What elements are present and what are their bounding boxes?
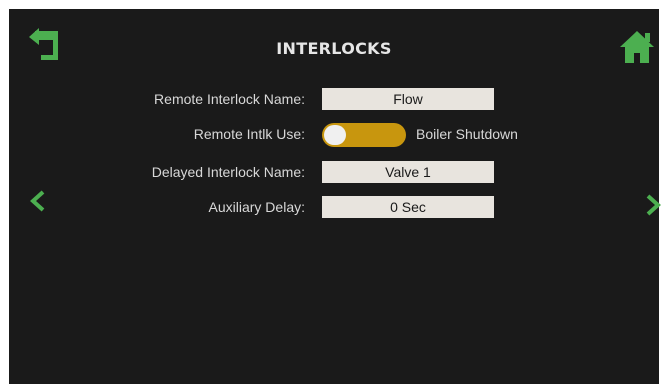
back-arrow-icon[interactable] [27,27,63,63]
remote-interlock-name-label: Remote Interlock Name: [154,91,305,107]
chevron-right-icon[interactable] [643,193,663,217]
remote-intlk-use-label: Remote Intlk Use: [193,126,305,142]
page-title: INTERLOCKS [276,39,392,58]
delayed-interlock-name-field[interactable]: Valve 1 [322,161,494,183]
auxiliary-delay-label: Auxiliary Delay: [208,199,305,215]
home-icon[interactable] [619,29,655,65]
remote-intlk-use-value: Boiler Shutdown [416,126,518,142]
interlocks-screen: INTERLOCKS Remote Interlock Name: Flow R… [9,9,661,384]
toggle-knob [324,125,346,145]
delayed-interlock-name-label: Delayed Interlock Name: [151,164,305,180]
remote-intlk-use-toggle[interactable] [322,123,406,147]
remote-interlock-name-field[interactable]: Flow [322,88,494,110]
auxiliary-delay-field[interactable]: 0 Sec [322,196,494,218]
chevron-left-icon[interactable] [27,189,51,213]
